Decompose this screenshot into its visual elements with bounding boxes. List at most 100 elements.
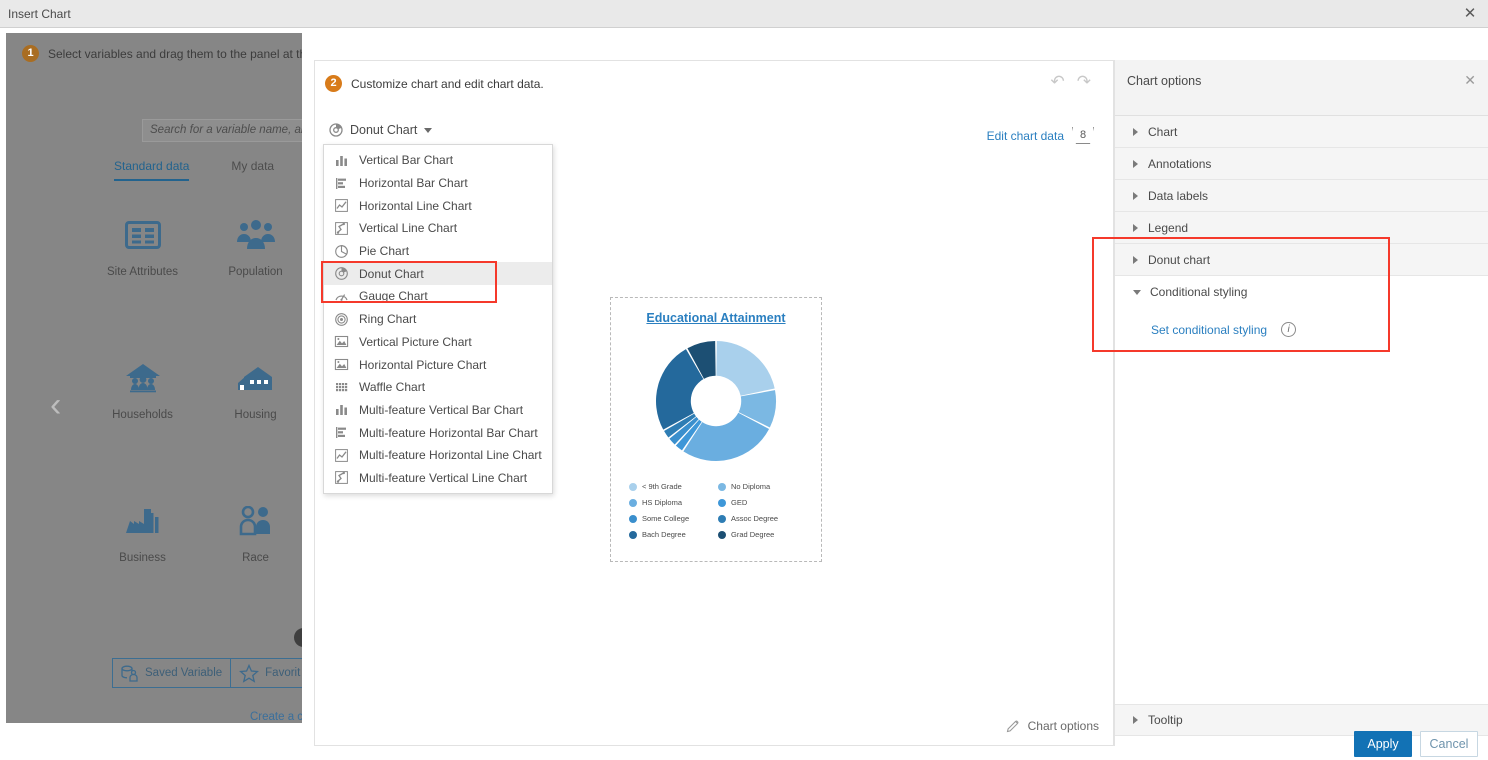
legend-item[interactable]: Grad Degree bbox=[718, 530, 803, 539]
chart-type-selector[interactable]: Donut Chart bbox=[329, 123, 432, 137]
legend-item[interactable]: GED bbox=[718, 498, 803, 507]
category-households[interactable]: Households bbox=[86, 356, 199, 421]
accordion-row-chart[interactable]: Chart bbox=[1115, 116, 1488, 148]
chevron-right-icon bbox=[1133, 160, 1138, 168]
accordion-row-donut-chart[interactable]: Donut chart bbox=[1115, 244, 1488, 276]
legend-item[interactable]: Assoc Degree bbox=[718, 514, 803, 523]
category-race[interactable]: Race bbox=[199, 499, 302, 564]
multi-vertical-line-chart-icon bbox=[334, 470, 349, 485]
accordion-row-annotations[interactable]: Annotations bbox=[1115, 148, 1488, 180]
vertical-bar-chart-icon bbox=[334, 153, 349, 168]
multi-horizontal-bar-chart-icon bbox=[334, 425, 349, 440]
edit-chart-data-group: Edit chart data 8 bbox=[987, 127, 1094, 144]
category-site-attributes[interactable]: Site Attributes bbox=[86, 213, 199, 278]
menu-item-horizontal-bar-chart[interactable]: Horizontal Bar Chart bbox=[324, 172, 552, 195]
legend-swatch bbox=[629, 499, 637, 507]
undo-redo-group: ↶ ↷ bbox=[1051, 73, 1092, 90]
chart-options-panel: Chart options ✕ ChartAnnotationsData lab… bbox=[1114, 60, 1488, 746]
vertical-bar-chart-icon bbox=[334, 153, 349, 168]
conditional-styling-body: Set conditional styling i bbox=[1115, 308, 1488, 359]
category-business[interactable]: Business bbox=[86, 499, 199, 564]
legend-item[interactable]: HS Diploma bbox=[629, 498, 714, 507]
step1-panel: 1 Select variables and drag them to the … bbox=[6, 33, 302, 723]
legend-swatch bbox=[718, 531, 726, 539]
menu-item-multi-feature-vertical-bar-chart[interactable]: Multi-feature Vertical Bar Chart bbox=[324, 399, 552, 422]
accordion-label: Tooltip bbox=[1148, 713, 1183, 727]
saved-variables-row: Saved Variable Favorit bbox=[112, 658, 302, 688]
menu-item-multi-feature-vertical-line-chart[interactable]: Multi-feature Vertical Line Chart bbox=[324, 467, 552, 490]
info-icon[interactable]: i bbox=[1281, 322, 1296, 337]
close-icon[interactable]: ✕ bbox=[1462, 6, 1478, 22]
menu-item-donut-chart[interactable]: Donut Chart bbox=[324, 262, 552, 285]
two-people-icon bbox=[199, 499, 302, 543]
category-label: Population bbox=[199, 266, 302, 278]
menu-item-vertical-bar-chart[interactable]: Vertical Bar Chart bbox=[324, 149, 552, 172]
menu-item-horizontal-line-chart[interactable]: Horizontal Line Chart bbox=[324, 194, 552, 217]
legend-item[interactable]: Bach Degree bbox=[629, 530, 714, 539]
chart-options-header: Chart options ✕ bbox=[1115, 60, 1488, 116]
category-label: Housing bbox=[199, 409, 302, 421]
menu-item-vertical-line-chart[interactable]: Vertical Line Chart bbox=[324, 217, 552, 240]
donut-chart[interactable] bbox=[611, 332, 821, 470]
chart-preview[interactable]: Educational Attainment < 9th GradeNo Dip… bbox=[610, 297, 822, 562]
menu-item-vertical-picture-chart[interactable]: Vertical Picture Chart bbox=[324, 331, 552, 354]
horizontal-bar-chart-icon bbox=[334, 176, 349, 191]
menu-item-ring-chart[interactable]: Ring Chart bbox=[324, 308, 552, 331]
donut-slice[interactable] bbox=[716, 341, 774, 396]
menu-item-gauge-chart[interactable]: Gauge Chart bbox=[324, 285, 552, 308]
saved-variables-button[interactable]: Saved Variable bbox=[112, 658, 231, 688]
menu-item-waffle-chart[interactable]: Waffle Chart bbox=[324, 376, 552, 399]
carousel-prev-icon[interactable]: ‹ bbox=[50, 385, 74, 425]
category-label: Households bbox=[86, 409, 199, 421]
pie-chart-icon bbox=[334, 244, 349, 259]
menu-item-label: Vertical Bar Chart bbox=[359, 153, 453, 167]
accordion-row-data-labels[interactable]: Data labels bbox=[1115, 180, 1488, 212]
chart-options-title: Chart options bbox=[1127, 74, 1201, 88]
create-custom-variable-link[interactable]: Create a cu bbox=[250, 711, 302, 723]
category-housing[interactable]: Housing bbox=[199, 356, 302, 421]
tab-my-data[interactable]: My data bbox=[231, 159, 274, 181]
edit-chart-data-link[interactable]: Edit chart data bbox=[987, 129, 1064, 143]
donut-chart-icon bbox=[334, 266, 349, 281]
legend-item[interactable]: < 9th Grade bbox=[629, 482, 714, 491]
menu-item-multi-feature-horizontal-line-chart[interactable]: Multi-feature Horizontal Line Chart bbox=[324, 444, 552, 467]
category-label: Race bbox=[199, 552, 302, 564]
close-icon[interactable]: ✕ bbox=[1464, 74, 1476, 87]
ring-chart-icon bbox=[334, 312, 349, 327]
apply-button[interactable]: Apply bbox=[1354, 731, 1412, 757]
tab-standard-data[interactable]: Standard data bbox=[114, 159, 189, 181]
menu-item-label: Ring Chart bbox=[359, 312, 416, 326]
accordion-label: Donut chart bbox=[1148, 253, 1210, 267]
chevron-right-icon bbox=[1133, 192, 1138, 200]
chevron-right-icon bbox=[1133, 128, 1138, 136]
accordion-row-conditional-styling[interactable]: Conditional styling bbox=[1115, 276, 1488, 308]
legend-item[interactable]: Some College bbox=[629, 514, 714, 523]
menu-item-pie-chart[interactable]: Pie Chart bbox=[324, 240, 552, 263]
accordion-row-legend[interactable]: Legend bbox=[1115, 212, 1488, 244]
chart-type-menu[interactable]: Vertical Bar Chart Horizontal Bar Chart Ho… bbox=[323, 144, 553, 494]
menu-item-horizontal-picture-chart[interactable]: Horizontal Picture Chart bbox=[324, 353, 552, 376]
menu-item-label: Horizontal Bar Chart bbox=[359, 176, 468, 190]
menu-item-label: Multi-feature Vertical Bar Chart bbox=[359, 403, 523, 417]
insert-chart-dialog: Insert Chart ✕ 1 Select variables and dr… bbox=[0, 0, 1488, 760]
people-group-icon bbox=[199, 213, 302, 257]
favorites-button[interactable]: Favorit bbox=[231, 658, 302, 688]
menu-item-label: Vertical Picture Chart bbox=[359, 335, 472, 349]
carousel-dot[interactable] bbox=[294, 628, 302, 647]
donut-svg bbox=[647, 332, 785, 470]
waffle-chart-icon bbox=[334, 380, 349, 395]
set-conditional-styling-link[interactable]: Set conditional styling bbox=[1151, 323, 1267, 337]
legend-label: GED bbox=[731, 498, 747, 507]
menu-item-label: Donut Chart bbox=[359, 267, 424, 281]
multi-horizontal-line-chart-icon bbox=[334, 448, 349, 463]
saved-variable-icon bbox=[121, 665, 139, 682]
redo-icon[interactable]: ↷ bbox=[1077, 73, 1091, 90]
legend-item[interactable]: No Diploma bbox=[718, 482, 803, 491]
menu-item-label: Horizontal Picture Chart bbox=[359, 358, 486, 372]
undo-icon[interactable]: ↶ bbox=[1051, 73, 1065, 90]
vertical-line-chart-icon bbox=[334, 221, 349, 236]
category-population[interactable]: Population bbox=[199, 213, 302, 278]
menu-item-multi-feature-horizontal-bar-chart[interactable]: Multi-feature Horizontal Bar Chart bbox=[324, 421, 552, 444]
variable-search-input[interactable]: Search for a variable name, an bbox=[142, 119, 302, 142]
cancel-button[interactable]: Cancel bbox=[1420, 731, 1478, 757]
